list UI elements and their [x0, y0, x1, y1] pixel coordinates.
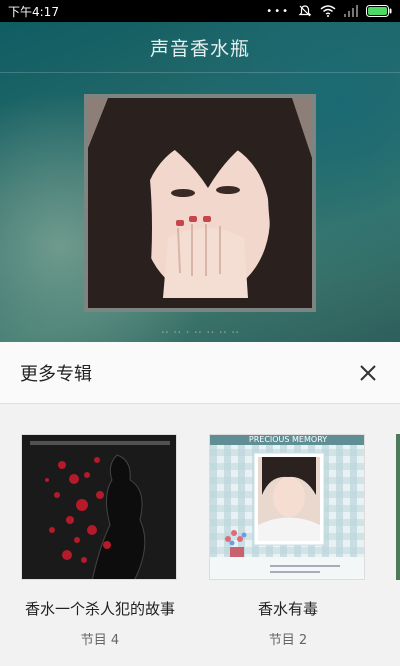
status-time: 下午4:17 [8, 4, 59, 19]
status-icons: ••• [266, 4, 392, 18]
close-icon [360, 365, 376, 381]
wifi-icon [320, 5, 336, 17]
more-dots-icon: ••• [266, 5, 290, 17]
signal-icon [344, 5, 358, 17]
battery-icon [366, 5, 392, 17]
track-caption: ·· ·· · ·· ·· ·· ·· [160, 326, 240, 341]
page-title: 声音香水瓶 [149, 37, 250, 60]
album-cover: PRECIOUS MEMORY [209, 434, 365, 580]
title-divider [0, 72, 400, 73]
album-cover [21, 434, 177, 580]
album-card[interactable]: PRECIOUS MEMORY 香水有毒 节目 2 [209, 434, 367, 648]
album-name: 香水一个杀人犯的故事 [24, 600, 175, 618]
album-episode-count: 节目 2 [268, 633, 308, 648]
close-button[interactable] [352, 357, 384, 389]
cover-banner-text: PRECIOUS MEMORY [248, 435, 328, 444]
player-background: 声音香水瓶 ·· ·· · ·· ·· ·· ·· [0, 22, 400, 342]
sheet-header: 更多专辑 [0, 342, 400, 404]
album-card[interactable]: 香水一个杀人犯的故事 节目 4 [21, 434, 179, 648]
album-list[interactable]: 香水一个杀人犯的故事 节目 4 PRECIOUS MEMORY 香水有毒 节目 … [0, 404, 400, 666]
album-cover-image[interactable] [84, 94, 316, 312]
status-bar: 下午4:17 ••• [0, 0, 400, 22]
album-name: 香水有毒 [257, 600, 318, 618]
next-album-peek[interactable] [396, 434, 400, 580]
album-episode-count: 节目 4 [80, 633, 120, 648]
mute-icon [298, 5, 312, 17]
more-albums-sheet: 更多专辑 香水一个杀人犯的故事 节目 4 PRECIOUS MEMORY 香水有… [0, 342, 400, 666]
sheet-title: 更多专辑 [20, 364, 92, 385]
